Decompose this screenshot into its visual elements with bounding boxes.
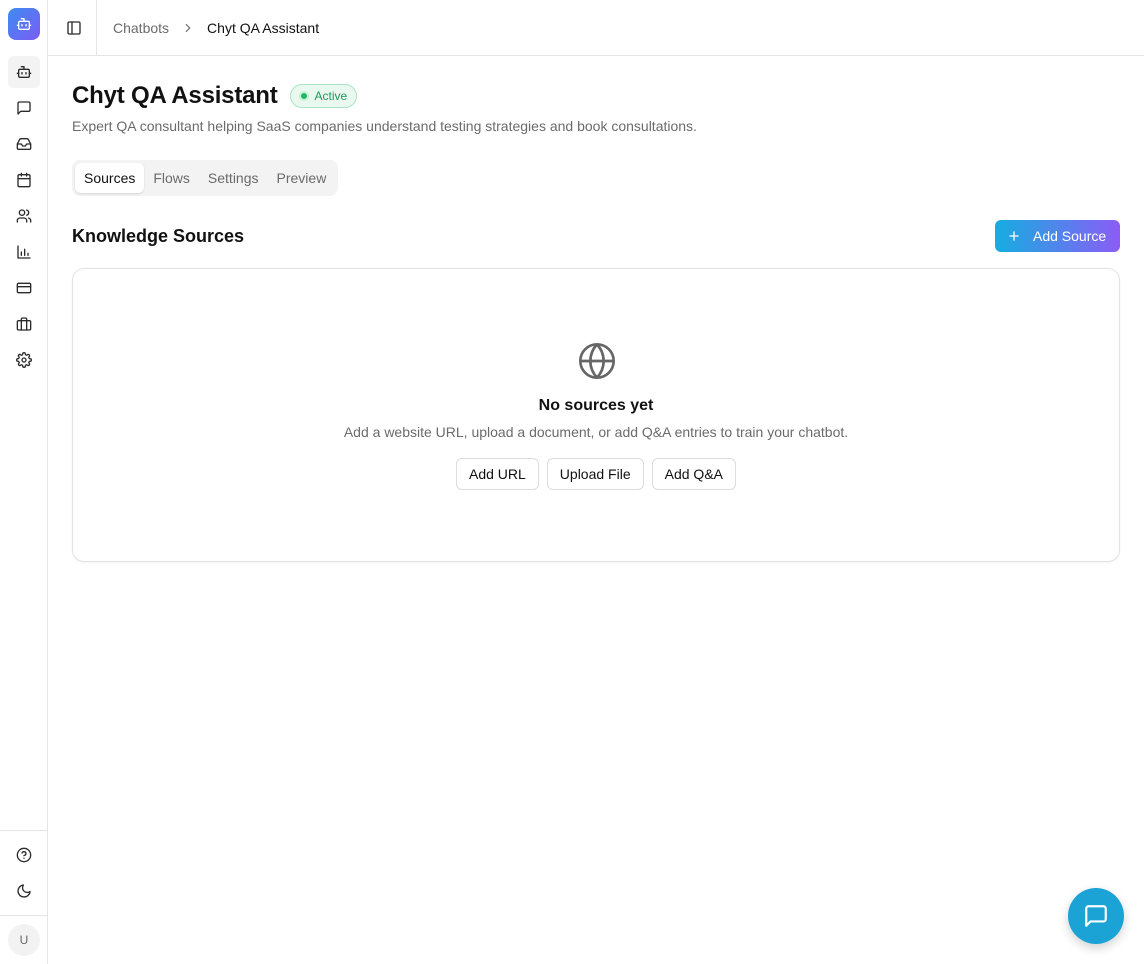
toggle-sidebar-button[interactable] xyxy=(58,12,90,44)
section-title: Knowledge Sources xyxy=(72,226,245,246)
avatar[interactable]: U xyxy=(8,924,40,956)
upload-file-button[interactable]: Upload File xyxy=(546,458,644,490)
empty-state-title: No sources yet xyxy=(538,397,654,414)
bot-icon xyxy=(16,18,32,30)
empty-state-description: Add a website URL, upload a document, or… xyxy=(343,424,849,440)
add-url-button[interactable]: Add URL xyxy=(455,458,539,490)
credit-card-icon xyxy=(16,282,32,294)
sidebar-item-settings[interactable] xyxy=(8,344,40,376)
users-icon xyxy=(16,209,32,223)
sidebar-item-contacts[interactable] xyxy=(8,200,40,232)
tab-sources[interactable]: Sources xyxy=(75,163,145,193)
title-row: Chyt QA Assistant Active xyxy=(72,82,358,110)
avatar-initial: U xyxy=(19,933,29,947)
plus-icon xyxy=(1007,229,1021,243)
status-label: Active xyxy=(314,89,348,103)
page-title: Chyt QA Assistant xyxy=(72,82,278,109)
message-square-icon xyxy=(1085,905,1107,927)
sidebar-item-inbox[interactable] xyxy=(8,128,40,160)
gear-icon xyxy=(16,352,32,368)
add-qa-button[interactable]: Add Q&A xyxy=(651,458,736,490)
empty-state-actions: Add URL Upload File Add Q&A xyxy=(73,458,1119,490)
tab-preview[interactable]: Preview xyxy=(268,163,336,193)
breadcrumb: Chatbots Chyt QA Assistant xyxy=(113,0,319,55)
app-logo[interactable] xyxy=(8,8,40,40)
sidebar-item-calendar[interactable] xyxy=(8,164,40,196)
tab-list: Sources Flows Settings Preview xyxy=(72,160,339,196)
chevron-right-icon xyxy=(181,21,195,35)
globe-icon xyxy=(579,343,615,379)
moon-icon xyxy=(17,884,31,898)
add-source-label: Add Source xyxy=(1033,228,1107,244)
sidebar-item-integrations[interactable] xyxy=(8,308,40,340)
status-badge: Active xyxy=(289,84,358,108)
inbox-icon xyxy=(16,138,32,150)
tab-settings[interactable]: Settings xyxy=(199,163,268,193)
page-description: Expert QA consultant helping SaaS compan… xyxy=(72,118,697,134)
status-dot-icon xyxy=(298,91,309,101)
briefcase-icon xyxy=(16,317,32,331)
add-source-button[interactable]: Add Source xyxy=(995,220,1120,252)
app-root: U Chatbots Chyt QA Assistant Chyt QA Ass… xyxy=(0,0,1144,964)
chat-widget-button[interactable] xyxy=(1068,888,1124,944)
sidebar-item-chatbots[interactable] xyxy=(8,56,40,88)
bar-chart-icon xyxy=(17,245,31,259)
sidebar-item-billing[interactable] xyxy=(8,272,40,304)
help-button[interactable] xyxy=(8,839,40,871)
top-header: Chatbots Chyt QA Assistant xyxy=(48,0,1144,56)
calendar-icon xyxy=(17,172,31,188)
sidebar-item-conversations[interactable] xyxy=(8,92,40,124)
panel-left-icon xyxy=(67,21,81,35)
sidebar-divider xyxy=(0,915,47,916)
tab-flows[interactable]: Flows xyxy=(144,163,199,193)
sidebar-divider xyxy=(0,830,47,831)
sidebar: U xyxy=(0,0,48,964)
header-divider xyxy=(96,0,97,55)
breadcrumb-chatbots-link[interactable]: Chatbots xyxy=(113,20,169,36)
breadcrumb-current: Chyt QA Assistant xyxy=(207,19,320,36)
message-square-icon xyxy=(17,101,31,115)
help-circle-icon xyxy=(16,847,32,863)
bot-icon xyxy=(16,66,32,78)
theme-toggle-button[interactable] xyxy=(8,875,40,907)
empty-state-card: No sources yet Add a website URL, upload… xyxy=(72,268,1120,562)
sidebar-item-analytics[interactable] xyxy=(8,236,40,268)
